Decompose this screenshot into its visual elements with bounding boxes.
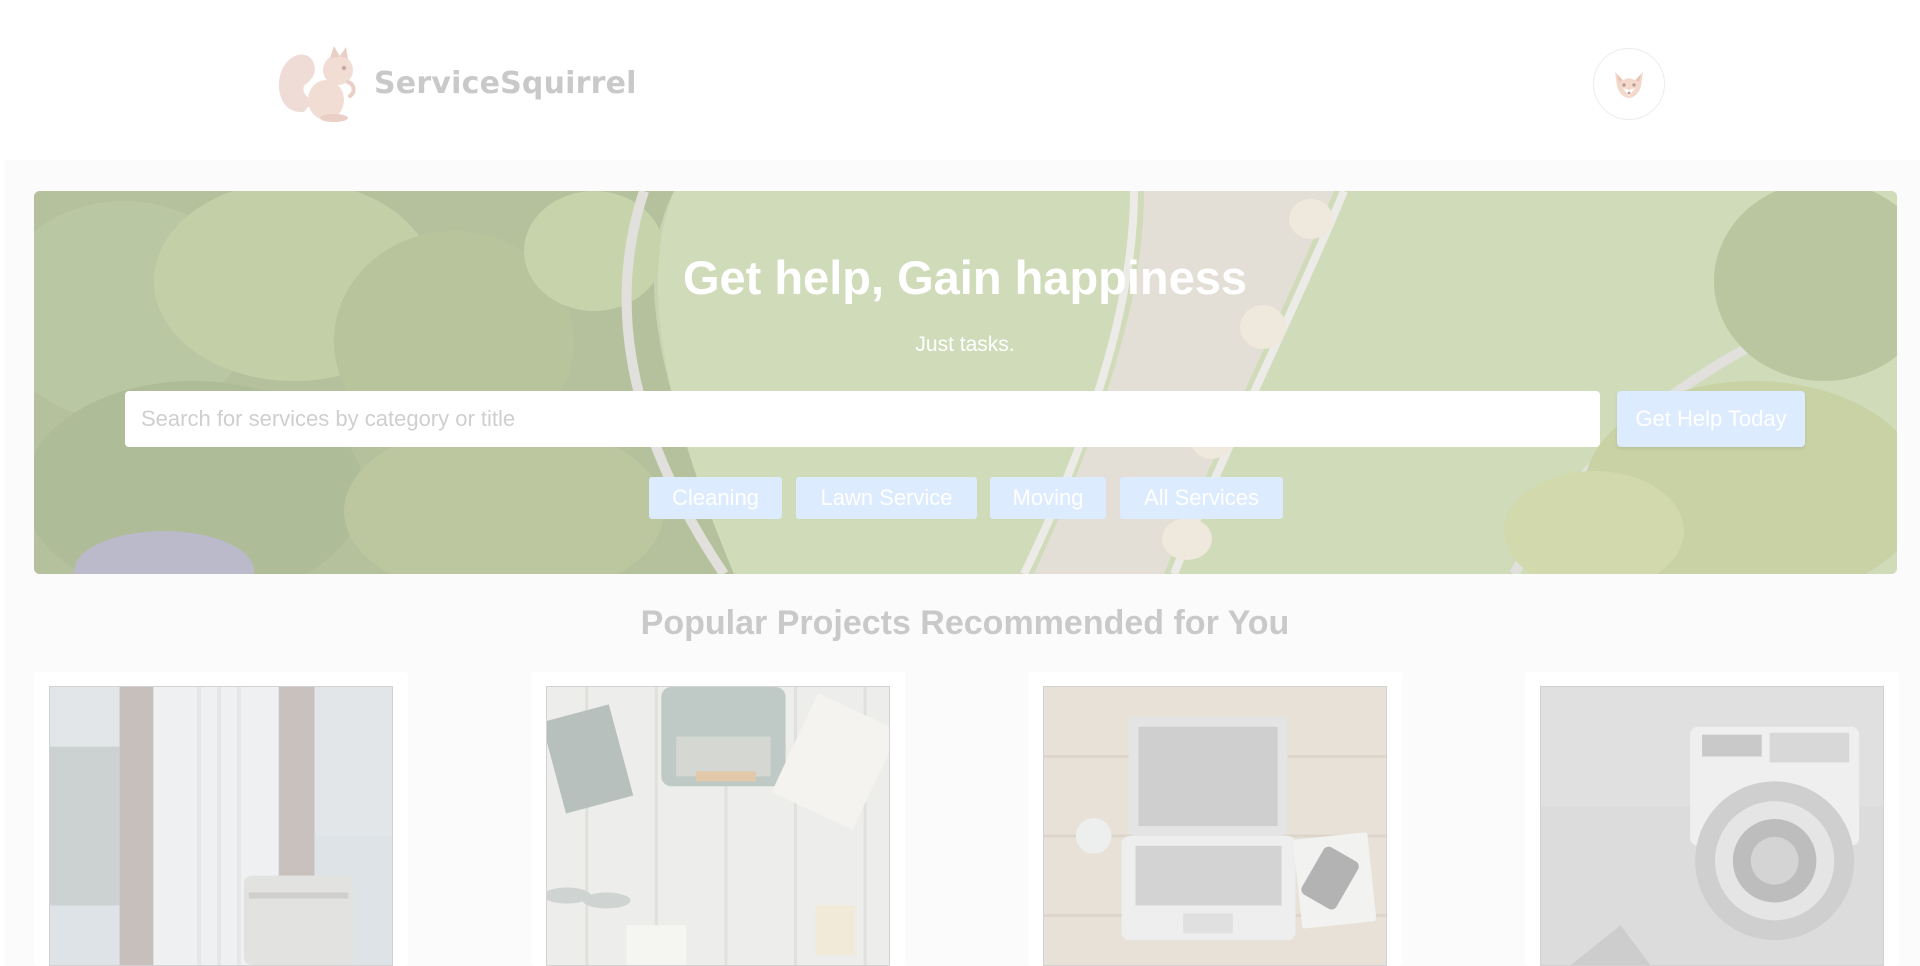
category-chip-all-services[interactable]: All Services bbox=[1120, 477, 1283, 519]
typewriter-desk-photo bbox=[546, 686, 890, 966]
squirrel-logo-icon bbox=[278, 46, 356, 122]
get-help-today-button[interactable]: Get Help Today bbox=[1617, 391, 1805, 447]
project-card[interactable] bbox=[34, 672, 408, 966]
brand-home-link[interactable]: ServiceSquirrel bbox=[274, 42, 637, 124]
user-avatar-button[interactable] bbox=[1593, 48, 1665, 120]
window-curtains-photo bbox=[49, 686, 393, 966]
category-chip-lawn-service[interactable]: Lawn Service bbox=[796, 477, 977, 519]
project-card[interactable] bbox=[1028, 672, 1402, 966]
vintage-camera-photo bbox=[1540, 686, 1884, 966]
recommended-section-title: Popular Projects Recommended for You bbox=[640, 604, 1290, 642]
project-card[interactable] bbox=[1525, 672, 1899, 966]
search-input[interactable] bbox=[125, 391, 1600, 447]
project-card[interactable] bbox=[531, 672, 905, 966]
fox-avatar-icon bbox=[1615, 72, 1643, 98]
brand-name: ServiceSquirrel bbox=[374, 65, 637, 101]
category-chip-moving[interactable]: Moving bbox=[990, 477, 1106, 519]
hero-title: Get help, Gain happiness bbox=[682, 251, 1248, 304]
laptop-desk-photo bbox=[1043, 686, 1387, 966]
site-header: ServiceSquirrel bbox=[0, 0, 1920, 160]
category-chip-cleaning[interactable]: Cleaning bbox=[649, 477, 782, 519]
hero-subtitle: Just tasks. bbox=[915, 333, 1015, 356]
